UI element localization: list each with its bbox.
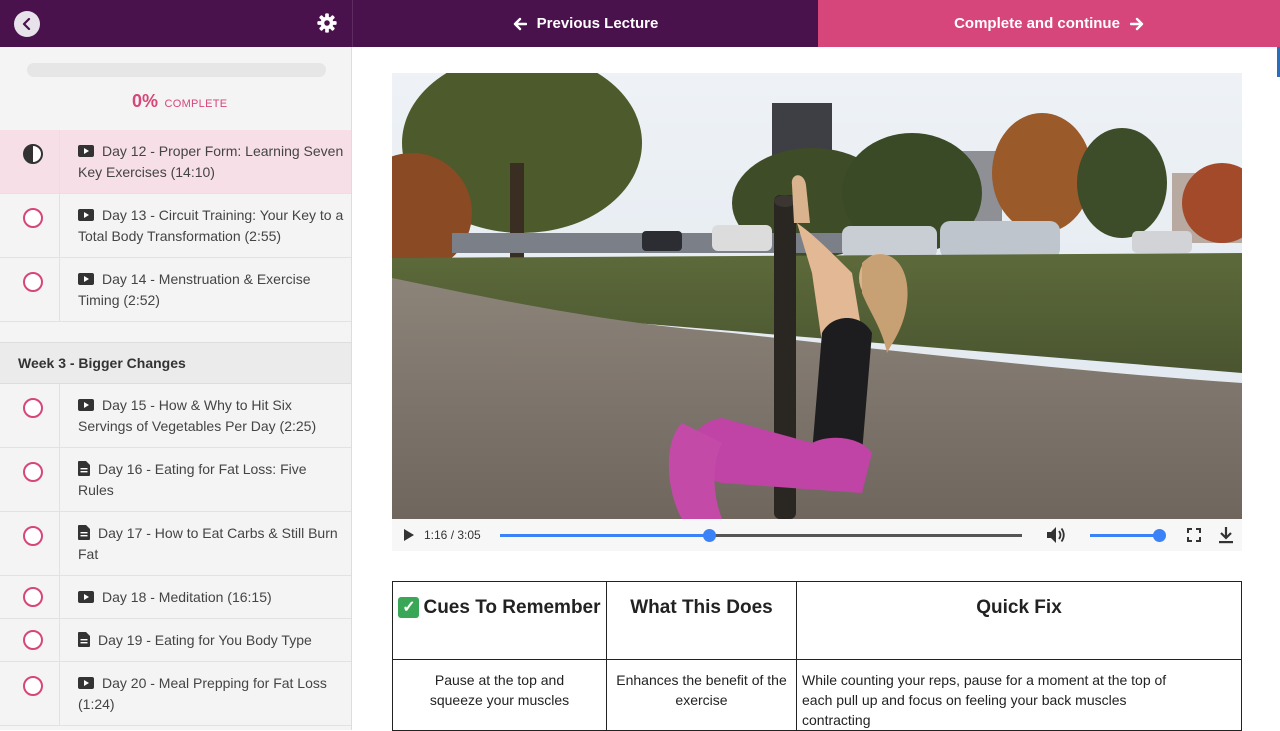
document-icon bbox=[78, 632, 90, 647]
lecture-status bbox=[0, 258, 60, 321]
complete-and-continue-label: Complete and continue bbox=[954, 15, 1120, 32]
empty-circle-icon bbox=[23, 630, 43, 650]
check-mark-icon: ✓ bbox=[398, 597, 420, 618]
document-icon bbox=[78, 461, 90, 476]
lecture-title: Day 18 - Meditation (16:15) bbox=[60, 576, 351, 618]
lecture-status bbox=[0, 619, 60, 661]
video-scene bbox=[392, 73, 1242, 519]
chevron-left-icon bbox=[22, 18, 31, 30]
empty-circle-icon bbox=[23, 398, 43, 418]
course-progress: 0% COMPLETE bbox=[0, 47, 351, 127]
table-header-cues: ✓ Cues To Remember bbox=[392, 581, 607, 660]
lecture-item-day-18[interactable]: Day 18 - Meditation (16:15) bbox=[0, 576, 351, 619]
lecture-item-day-20[interactable]: Day 20 - Meal Prepping for Fat Loss (1:2… bbox=[0, 662, 351, 726]
lecture-title: Day 20 - Meal Prepping for Fat Loss (1:2… bbox=[78, 675, 327, 712]
lecture-status bbox=[0, 130, 60, 193]
lecture-title: Day 14 - Menstruation & Exercise Timing … bbox=[78, 271, 311, 308]
empty-circle-icon bbox=[23, 676, 43, 696]
video-icon bbox=[78, 273, 94, 285]
lecture-title: Day 12 - Proper Form: Learning Seven Key… bbox=[78, 143, 344, 180]
lecture-title: Day 13 - Circuit Training: Your Key to a… bbox=[78, 207, 344, 244]
lecture-item-day-13[interactable]: Day 13 - Circuit Training: Your Key to a… bbox=[0, 194, 351, 258]
arrow-right-icon bbox=[1129, 17, 1144, 30]
volume-icon[interactable] bbox=[1046, 526, 1066, 544]
play-icon[interactable] bbox=[403, 528, 415, 542]
playback-time: 1:16 / 3:05 bbox=[424, 528, 481, 542]
complete-and-continue-button[interactable]: Complete and continue bbox=[818, 0, 1280, 47]
course-sidebar: 0% COMPLETE Day 12 - Proper Form: Learni… bbox=[0, 47, 352, 730]
lecture-content: 1:16 / 3:05 ✓ Cues To Remember What This … bbox=[352, 47, 1280, 731]
table-cell-cue: Pause at the top and squeeze your muscle… bbox=[392, 659, 607, 731]
lecture-item-day-17[interactable]: Day 17 - How to Eat Carbs & Still Burn F… bbox=[0, 512, 351, 576]
previous-lecture-label: Previous Lecture bbox=[536, 15, 659, 32]
video-icon bbox=[78, 145, 94, 157]
seek-progress bbox=[500, 534, 709, 537]
progress-bar bbox=[27, 63, 326, 77]
video-controls: 1:16 / 3:05 bbox=[392, 519, 1242, 551]
section-title: Week 3 - Bigger Changes bbox=[0, 342, 351, 384]
empty-circle-icon bbox=[23, 462, 43, 482]
lecture-item-day-16[interactable]: Day 16 - Eating for Fat Loss: Five Rules bbox=[0, 448, 351, 512]
progress-label: COMPLETE bbox=[164, 98, 228, 110]
previous-lecture-button[interactable]: Previous Lecture bbox=[352, 0, 818, 47]
video-icon bbox=[78, 591, 94, 603]
gear-icon[interactable] bbox=[316, 12, 338, 34]
table-header-row: ✓ Cues To Remember What This Does Quick F… bbox=[392, 581, 1242, 660]
lecture-item-day-19[interactable]: Day 19 - Eating for You Body Type bbox=[0, 619, 351, 662]
empty-circle-icon bbox=[23, 272, 43, 292]
lecture-title: Day 16 - Eating for Fat Loss: Five Rules bbox=[78, 461, 307, 498]
lecture-status bbox=[0, 576, 60, 618]
lecture-status bbox=[0, 384, 60, 447]
table-header-fix: Quick Fix bbox=[796, 581, 1242, 660]
document-icon bbox=[78, 525, 90, 540]
video-frame[interactable] bbox=[392, 73, 1242, 519]
download-icon[interactable] bbox=[1218, 526, 1234, 544]
lecture-status bbox=[0, 448, 60, 511]
table-header-what: What This Does bbox=[606, 581, 797, 660]
arrow-left-icon bbox=[513, 17, 527, 30]
back-button[interactable] bbox=[14, 11, 40, 37]
lecture-item-day-12[interactable]: Day 12 - Proper Form: Learning Seven Key… bbox=[0, 130, 351, 194]
sidebar-header bbox=[0, 0, 352, 47]
top-bar: Previous Lecture Complete and continue bbox=[0, 0, 1280, 47]
seek-handle[interactable] bbox=[702, 529, 716, 542]
lecture-title: Day 19 - Eating for You Body Type bbox=[60, 619, 351, 661]
video-icon bbox=[78, 209, 94, 221]
lecture-title: Day 15 - How & Why to Hit Six Servings o… bbox=[78, 397, 317, 434]
empty-circle-icon bbox=[23, 208, 43, 228]
video-icon bbox=[78, 399, 94, 411]
lecture-status bbox=[0, 194, 60, 257]
video-icon bbox=[78, 677, 94, 689]
table-cell-effect: Enhances the benefit of the exercise bbox=[606, 659, 797, 731]
fullscreen-icon[interactable] bbox=[1187, 528, 1201, 542]
lecture-item-day-15[interactable]: Day 15 - How & Why to Hit Six Servings o… bbox=[0, 384, 351, 448]
seek-bar[interactable] bbox=[500, 529, 1022, 542]
volume-slider[interactable] bbox=[1090, 529, 1166, 542]
progress-percent: 0% bbox=[132, 91, 159, 111]
table-row: Pause at the top and squeeze your muscle… bbox=[392, 659, 1242, 731]
lecture-status bbox=[0, 662, 60, 725]
lecture-status bbox=[0, 512, 60, 575]
progress-text: 0% COMPLETE bbox=[132, 91, 227, 112]
half-circle-icon bbox=[23, 144, 43, 164]
lecture-title: Day 17 - How to Eat Carbs & Still Burn F… bbox=[78, 525, 338, 562]
lecture-item-day-14[interactable]: Day 14 - Menstruation & Exercise Timing … bbox=[0, 258, 351, 322]
table-cell-fix: While counting your reps, pause for a mo… bbox=[796, 659, 1242, 731]
empty-circle-icon bbox=[23, 587, 43, 607]
cues-table: ✓ Cues To Remember What This Does Quick F… bbox=[392, 581, 1242, 731]
empty-circle-icon bbox=[23, 526, 43, 546]
volume-handle[interactable] bbox=[1153, 529, 1166, 542]
